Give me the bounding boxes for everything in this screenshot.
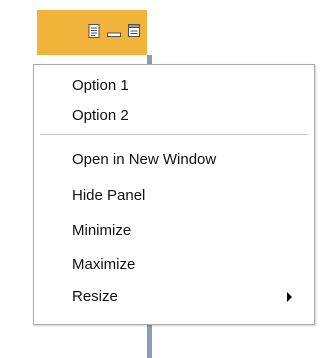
window-icon[interactable] <box>126 23 142 39</box>
menu-item-maximize[interactable]: Maximize <box>72 254 135 276</box>
menu-item-option-2[interactable]: Option 2 <box>72 105 129 127</box>
menu-item-open-in-new-window[interactable]: Open in New Window <box>72 149 216 171</box>
menu-item-option-1[interactable]: Option 1 <box>72 75 129 97</box>
chevron-right-icon <box>287 292 292 302</box>
document-icon[interactable] <box>86 23 102 39</box>
menu-item-minimize[interactable]: Minimize <box>72 220 131 242</box>
panel-toolbar <box>86 17 142 45</box>
context-menu: Option 1 Option 2 Open in New Window Hid… <box>33 64 315 325</box>
minimize-icon[interactable] <box>106 23 122 39</box>
page: Option 1 Option 2 Open in New Window Hid… <box>0 0 316 358</box>
menu-item-resize[interactable]: Resize <box>72 286 118 308</box>
menu-separator <box>40 134 308 135</box>
menu-item-hide-panel[interactable]: Hide Panel <box>72 185 145 207</box>
